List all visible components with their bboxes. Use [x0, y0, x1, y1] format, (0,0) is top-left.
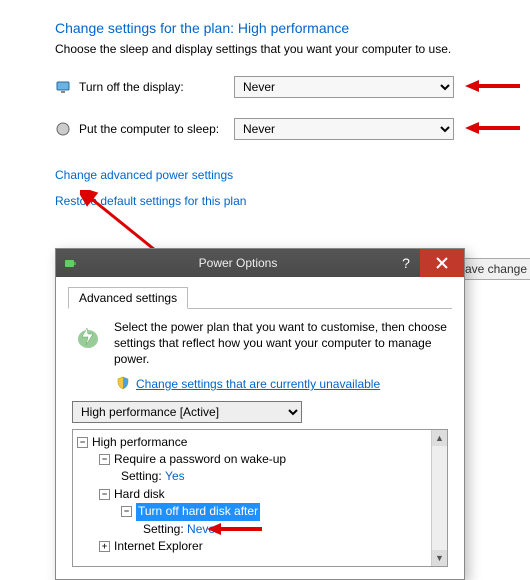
- arrow-annotation: [465, 76, 520, 96]
- expand-icon[interactable]: +: [99, 541, 110, 552]
- customise-description-row: Select the power plan that you want to c…: [68, 317, 452, 376]
- tree-item-internet-explorer[interactable]: + Internet Explorer: [77, 538, 445, 555]
- scroll-down-button[interactable]: ▼: [432, 550, 447, 566]
- moon-icon: [55, 121, 71, 137]
- collapse-icon[interactable]: −: [77, 437, 88, 448]
- dialog-title: Power Options: [84, 256, 392, 270]
- restore-defaults-link[interactable]: Restore default settings for this plan: [55, 194, 246, 208]
- sleep-label: Put the computer to sleep:: [79, 122, 234, 136]
- page-title: Change settings for the plan: High perfo…: [55, 20, 530, 36]
- arrow-annotation: [465, 118, 520, 138]
- power-options-dialog: Power Options ? Advanced settings Select…: [55, 248, 465, 580]
- arrow-annotation: [207, 519, 262, 539]
- tab-advanced-settings[interactable]: Advanced settings: [68, 287, 188, 309]
- battery-large-icon: [72, 319, 104, 351]
- tree-setting-hdd[interactable]: Setting: Never: [77, 521, 445, 538]
- advanced-settings-link[interactable]: Change advanced power settings: [55, 168, 233, 182]
- page-description: Choose the sleep and display settings th…: [55, 42, 530, 56]
- tree-item-password-wake[interactable]: − Require a password on wake-up: [77, 451, 445, 468]
- close-button[interactable]: [420, 249, 464, 277]
- sleep-setting-row: Put the computer to sleep: Never: [55, 118, 530, 140]
- display-label: Turn off the display:: [79, 80, 234, 94]
- help-button[interactable]: ?: [392, 249, 420, 277]
- scrollbar[interactable]: ▲ ▼: [431, 430, 447, 566]
- tree-item-high-performance[interactable]: − High performance: [77, 434, 445, 451]
- collapse-icon[interactable]: −: [121, 506, 132, 517]
- tab-strip: Advanced settings: [68, 287, 452, 309]
- tree-item-hard-disk[interactable]: − Hard disk: [77, 486, 445, 503]
- dialog-titlebar: Power Options ?: [56, 249, 464, 277]
- collapse-icon[interactable]: −: [99, 489, 110, 500]
- shield-icon: [116, 376, 130, 393]
- collapse-icon[interactable]: −: [99, 454, 110, 465]
- battery-icon: [62, 255, 78, 271]
- display-setting-row: Turn off the display: Never: [55, 76, 530, 98]
- customise-text: Select the power plan that you want to c…: [114, 319, 448, 368]
- tree-setting-password-wake[interactable]: Setting: Yes: [77, 468, 445, 485]
- shield-link-row: Change settings that are currently unava…: [68, 376, 452, 401]
- display-icon: [55, 79, 71, 95]
- power-plan-select[interactable]: High performance [Active]: [72, 401, 302, 423]
- change-unavailable-link[interactable]: Change settings that are currently unava…: [136, 377, 380, 391]
- scroll-up-button[interactable]: ▲: [432, 430, 447, 446]
- close-icon: [436, 257, 448, 269]
- setting-value-link[interactable]: Yes: [165, 468, 185, 485]
- settings-tree: − High performance − Require a password …: [72, 429, 448, 567]
- sleep-select[interactable]: Never: [234, 118, 454, 140]
- display-select[interactable]: Never: [234, 76, 454, 98]
